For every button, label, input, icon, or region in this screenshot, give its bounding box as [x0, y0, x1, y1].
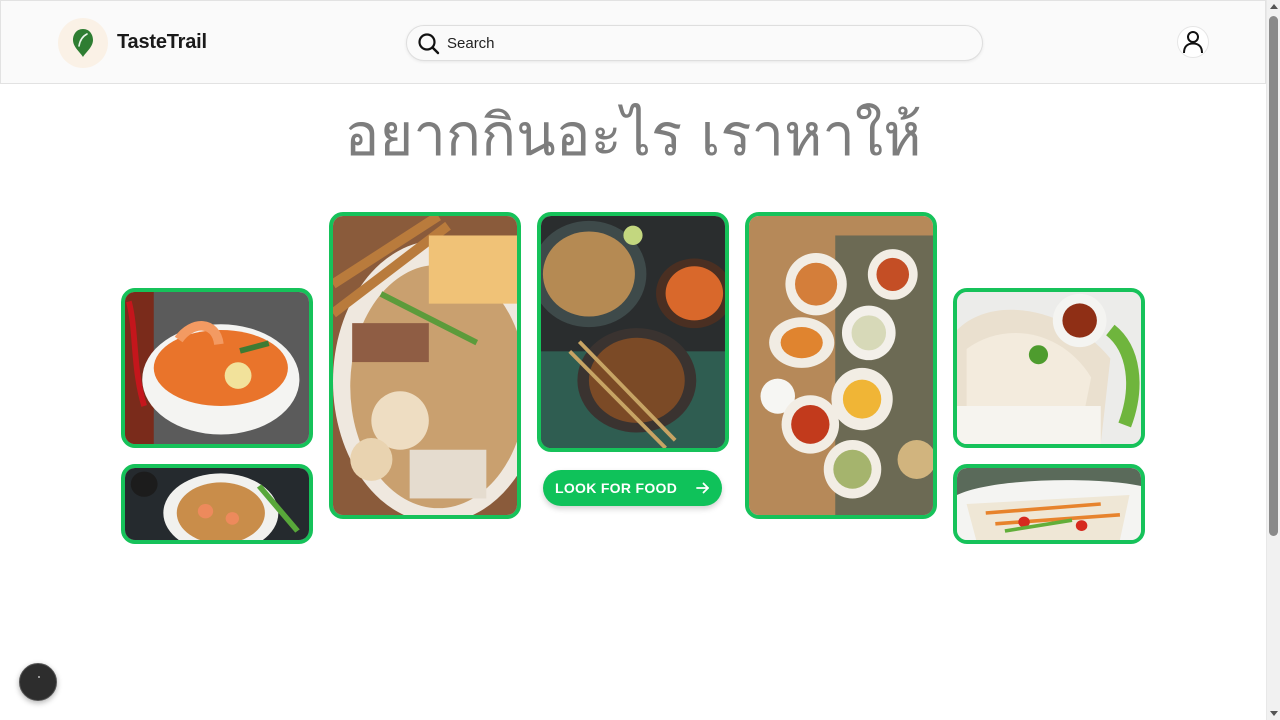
search-input[interactable] — [447, 26, 967, 60]
scroll-down-arrow-icon[interactable] — [1270, 711, 1278, 716]
scroll-thumb[interactable] — [1269, 16, 1278, 536]
food-image-pad-thai-spread[interactable] — [537, 212, 729, 452]
page-scrollbar[interactable] — [1266, 0, 1280, 720]
food-image-thai-spread[interactable] — [745, 212, 937, 519]
floating-action-button[interactable] — [19, 663, 57, 701]
food-image-pad-thai[interactable] — [121, 464, 313, 544]
scroll-up-arrow-icon[interactable] — [1270, 4, 1278, 9]
look-for-food-label: LOOK FOR FOOD — [555, 480, 678, 496]
food-image-som-tam[interactable] — [953, 464, 1145, 544]
look-for-food-button[interactable]: LOOK FOR FOOD — [543, 470, 722, 506]
user-profile-button[interactable] — [1177, 26, 1209, 58]
hero-title: อยากกินอะไร เราหาให้ — [344, 101, 922, 169]
brand-name[interactable]: TasteTrail — [117, 31, 207, 54]
search-bar[interactable] — [406, 25, 983, 61]
user-icon — [1183, 31, 1203, 54]
arrow-right-icon — [696, 482, 709, 494]
top-navbar: TasteTrail — [0, 0, 1266, 84]
logo[interactable] — [58, 18, 108, 68]
food-image-chicken-rice[interactable] — [953, 288, 1145, 448]
search-icon — [418, 33, 440, 55]
leaf-pin-icon — [73, 29, 93, 57]
food-image-noodle-bowl[interactable] — [329, 212, 521, 519]
food-image-tom-yum[interactable] — [121, 288, 313, 448]
